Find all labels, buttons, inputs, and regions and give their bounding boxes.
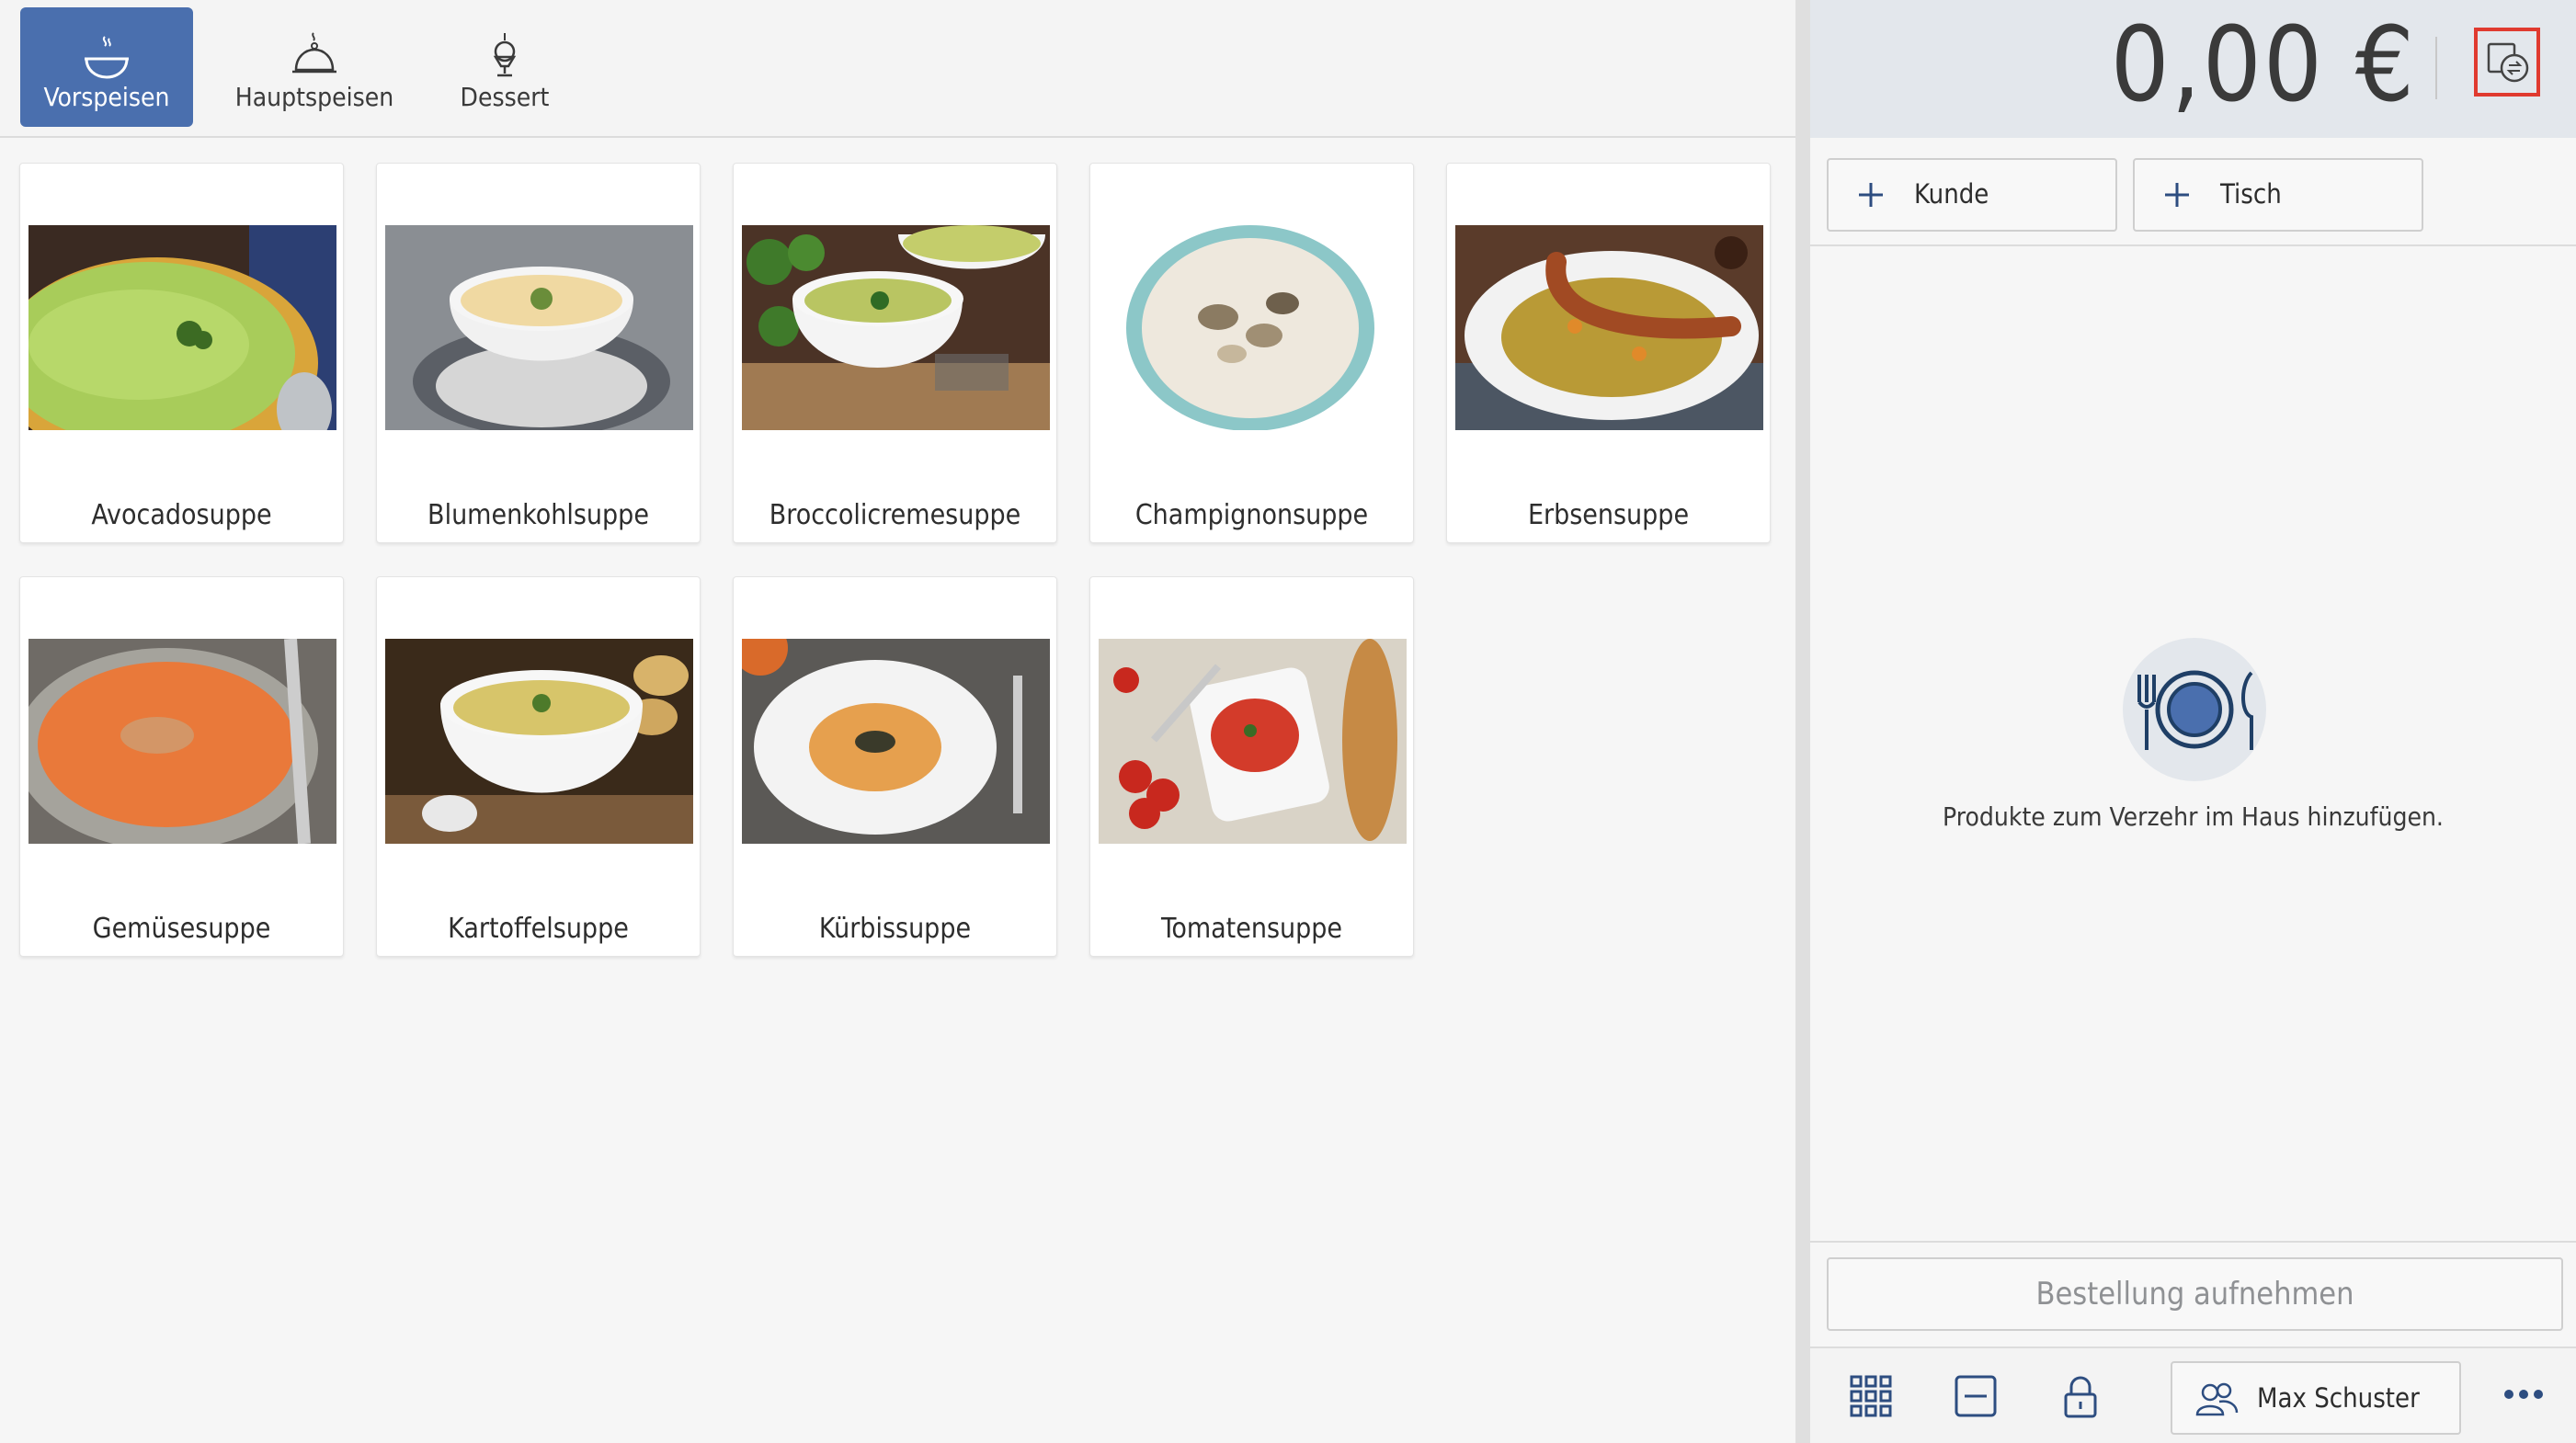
grid-icon[interactable]: [1849, 1374, 1893, 1418]
product-name: Erbsensuppe: [1527, 499, 1690, 531]
add-customer-button[interactable]: Kunde: [1827, 158, 2117, 232]
product-image: [28, 639, 336, 844]
total-header: 0,00 €: [1810, 0, 2576, 138]
order-area: Bestellung aufnehmen: [1810, 1241, 2576, 1346]
tab-dessert[interactable]: Dessert: [436, 7, 574, 127]
tab-vorspeisen[interactable]: Vorspeisen: [20, 7, 193, 127]
cart-total: 0,00 €: [2110, 6, 2416, 125]
user-name: Max Schuster: [2257, 1382, 2420, 1414]
product-name: Tomatensuppe: [1160, 913, 1343, 945]
add-customer-label: Kunde: [1914, 178, 1989, 210]
product-image: [1099, 225, 1407, 430]
plate-cutlery-icon: [2123, 638, 2266, 781]
plus-icon: [2165, 183, 2189, 207]
product-name: Champignonsuppe: [1134, 499, 1369, 531]
product-card-tomatensuppe[interactable]: Tomatensuppe: [1089, 576, 1414, 957]
product-image: [28, 225, 336, 430]
switch-order-button[interactable]: [2474, 28, 2540, 97]
product-panel: Vorspeisen Hauptspeisen Dessert Avocados…: [0, 0, 1795, 1443]
cloche-icon: [292, 32, 336, 74]
product-card-broccolicremesuppe[interactable]: Broccolicremesuppe: [733, 163, 1057, 543]
product-name: Gemüsesuppe: [92, 913, 271, 945]
bottom-toolbar: Max Schuster: [1810, 1346, 2576, 1443]
product-card-kartoffelsuppe[interactable]: Kartoffelsuppe: [376, 576, 701, 957]
product-card-gemuesesuppe[interactable]: Gemüsesuppe: [19, 576, 344, 957]
tab-label: Dessert: [460, 82, 550, 112]
product-name: Kartoffelsuppe: [448, 913, 629, 945]
tab-hauptspeisen[interactable]: Hauptspeisen: [224, 7, 405, 127]
minus-square-icon[interactable]: [1954, 1374, 1998, 1418]
transfer-icon: [2487, 42, 2529, 83]
plus-icon: [1859, 183, 1883, 207]
users-icon: [2195, 1382, 2239, 1416]
product-card-kuerbissuppe[interactable]: Kürbissuppe: [733, 576, 1057, 957]
product-name: Kürbissuppe: [818, 913, 972, 945]
pos-app: Vorspeisen Hauptspeisen Dessert Avocados…: [0, 0, 2576, 1443]
product-image: [1455, 225, 1763, 430]
product-image: [742, 225, 1050, 430]
product-card-erbsensuppe[interactable]: Erbsensuppe: [1446, 163, 1771, 543]
product-image: [385, 639, 693, 844]
soup-bowl-icon: [85, 36, 129, 79]
cart-actions: Kunde Tisch: [1810, 138, 2576, 246]
product-name: Broccolicremesuppe: [769, 499, 1021, 531]
tab-label: Vorspeisen: [43, 82, 170, 112]
product-name: Avocadosuppe: [91, 499, 272, 531]
product-image: [385, 225, 693, 430]
cart-panel: 0,00 € Kunde Tisch Produkte zum Verzehr …: [1810, 0, 2576, 1443]
category-bar: Vorspeisen Hauptspeisen Dessert: [0, 0, 1795, 138]
lock-icon[interactable]: [2058, 1374, 2103, 1418]
add-table-button[interactable]: Tisch: [2133, 158, 2423, 232]
more-icon[interactable]: [2502, 1385, 2546, 1403]
product-name: Blumenkohlsuppe: [427, 499, 649, 531]
product-card-blumenkohlsuppe[interactable]: Blumenkohlsuppe: [376, 163, 701, 543]
product-card-avocadosuppe[interactable]: Avocadosuppe: [19, 163, 344, 543]
add-table-label: Tisch: [2220, 178, 2282, 210]
empty-cart-message: Produkte zum Verzehr im Haus hinzufügen.: [1943, 801, 2444, 832]
ice-cream-icon: [493, 33, 517, 77]
tab-label: Hauptspeisen: [234, 82, 394, 112]
product-image: [1099, 639, 1407, 844]
user-button[interactable]: Max Schuster: [2171, 1361, 2461, 1435]
panel-divider[interactable]: [1795, 0, 1810, 1443]
place-order-button[interactable]: Bestellung aufnehmen: [1827, 1257, 2563, 1331]
product-image: [742, 639, 1050, 844]
divider: [2435, 37, 2437, 99]
product-card-champignonsuppe[interactable]: Champignonsuppe: [1089, 163, 1414, 543]
